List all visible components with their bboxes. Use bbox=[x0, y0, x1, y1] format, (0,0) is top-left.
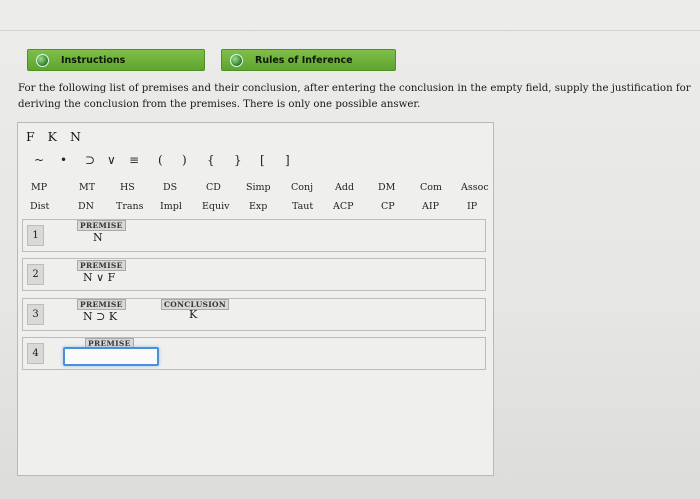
line-number: 1 bbox=[27, 225, 44, 246]
proof-line: 2 PREMISE N ∨ F bbox=[22, 258, 486, 291]
rule-button[interactable]: CP bbox=[381, 201, 395, 212]
variable-button[interactable]: F bbox=[26, 129, 35, 144]
symbol-rbracket-button[interactable]: ] bbox=[285, 153, 290, 167]
symbol-horseshoe-button[interactable]: ⊃ bbox=[85, 153, 95, 167]
rule-button[interactable]: MP bbox=[31, 182, 47, 193]
intro-text: For the following list of premises and t… bbox=[18, 83, 691, 110]
rule-button[interactable]: ACP bbox=[333, 201, 354, 212]
conclusion-statement: K bbox=[189, 308, 198, 321]
premise-tag: PREMISE bbox=[77, 220, 126, 231]
rule-button[interactable]: Impl bbox=[160, 201, 182, 212]
proof-line: 4 PREMISE bbox=[22, 337, 486, 370]
variable-button[interactable]: N bbox=[70, 129, 81, 144]
rule-button[interactable]: DS bbox=[163, 182, 177, 193]
rule-button[interactable]: DM bbox=[378, 182, 395, 193]
instructions-label: Instructions bbox=[61, 54, 126, 66]
symbol-lbrace-button[interactable]: { bbox=[207, 153, 215, 167]
symbol-rbrace-button[interactable]: } bbox=[234, 153, 242, 167]
line-number: 4 bbox=[27, 343, 44, 364]
rule-button[interactable]: Equiv bbox=[202, 201, 230, 212]
line-statement[interactable]: N bbox=[93, 231, 103, 244]
rules-of-inference-button[interactable]: Rules of Inference bbox=[221, 49, 396, 71]
symbol-triplebar-button[interactable]: ≡ bbox=[129, 153, 139, 167]
rule-button[interactable]: DN bbox=[78, 201, 94, 212]
rule-button[interactable]: IP bbox=[467, 201, 477, 212]
premise-tag: PREMISE bbox=[77, 299, 126, 310]
line-statement[interactable]: N ∨ F bbox=[83, 271, 115, 284]
symbol-tilde-button[interactable]: ~ bbox=[34, 153, 44, 167]
rule-button[interactable]: Dist bbox=[30, 201, 49, 212]
rule-button[interactable]: CD bbox=[206, 182, 221, 193]
info-icon bbox=[36, 53, 49, 67]
symbol-rparen-button[interactable]: ) bbox=[182, 153, 187, 167]
info-icon bbox=[230, 53, 243, 67]
line-number: 3 bbox=[27, 304, 44, 325]
rule-button[interactable]: Add bbox=[335, 182, 354, 193]
rule-button[interactable]: Assoc bbox=[461, 182, 489, 193]
symbol-lparen-button[interactable]: ( bbox=[158, 153, 163, 167]
rule-button[interactable]: Exp bbox=[249, 201, 267, 212]
rule-button[interactable]: HS bbox=[120, 182, 135, 193]
top-divider bbox=[0, 30, 700, 31]
proof-line: 3 PREMISE N ⊃ K CONCLUSION K bbox=[22, 298, 486, 331]
symbol-lbracket-button[interactable]: [ bbox=[260, 153, 265, 167]
line-statement[interactable]: N ⊃ K bbox=[83, 310, 117, 323]
conclusion-entry-field[interactable] bbox=[63, 347, 159, 366]
instructions-button[interactable]: Instructions bbox=[27, 49, 205, 71]
line-number: 2 bbox=[27, 264, 44, 285]
symbol-wedge-button[interactable]: ∨ bbox=[107, 153, 116, 167]
rule-button[interactable]: Trans bbox=[116, 201, 144, 212]
rule-button[interactable]: Com bbox=[420, 182, 442, 193]
rule-button[interactable]: Conj bbox=[291, 182, 313, 193]
rules-label: Rules of Inference bbox=[255, 54, 353, 66]
variable-button[interactable]: K bbox=[48, 129, 57, 144]
premise-tag: PREMISE bbox=[77, 260, 126, 271]
rule-button[interactable]: Taut bbox=[292, 201, 313, 212]
rule-button[interactable]: AIP bbox=[422, 201, 439, 212]
rule-button[interactable]: MT bbox=[79, 182, 95, 193]
proof-line: 1 PREMISE N bbox=[22, 219, 486, 252]
variable-bar: F K N bbox=[26, 129, 90, 144]
symbol-dot-button[interactable]: • bbox=[60, 153, 67, 167]
rule-button[interactable]: Simp bbox=[246, 182, 271, 193]
